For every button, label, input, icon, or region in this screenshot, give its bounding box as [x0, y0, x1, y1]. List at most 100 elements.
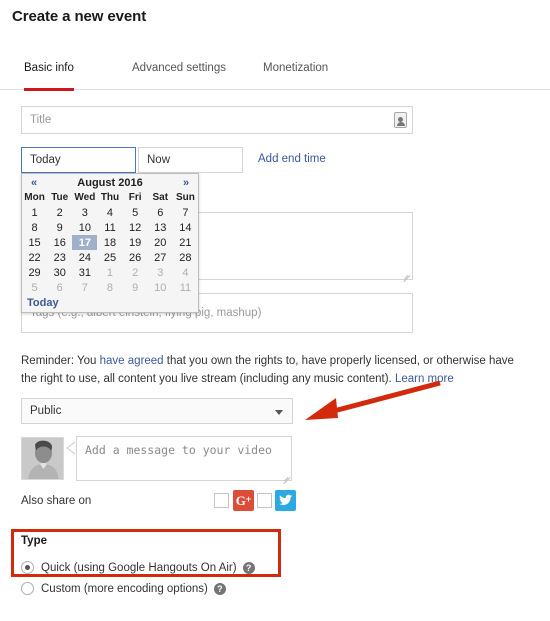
tab-bar: Basic info Advanced settings Monetizatio…	[0, 62, 550, 91]
date-picker-grid: Mon Tue Wed Thu Fri Sat Sun 1 2 3 4 5 6 7 8 9 10 11 12 13 1…	[22, 191, 198, 295]
date-cell[interactable]: 7	[173, 205, 198, 220]
gplus-plus-glyph: +	[245, 493, 252, 504]
weekday-thu: Thu	[100, 192, 120, 203]
date-cell[interactable]: 2	[47, 205, 72, 220]
radio-custom-label: Custom (more encoding options)	[41, 582, 208, 595]
twitter-icon[interactable]	[275, 490, 296, 511]
date-cell[interactable]: 29	[22, 265, 47, 280]
date-cell[interactable]: 6	[47, 280, 72, 295]
start-time-input[interactable]	[138, 147, 243, 173]
weekday-sat: Sat	[152, 192, 169, 203]
create-event-page: Create a new event Basic info Advanced s…	[0, 0, 550, 621]
date-cell[interactable]: 28	[173, 250, 198, 265]
date-cell[interactable]: 22	[22, 250, 47, 265]
date-cell[interactable]: 12	[123, 220, 148, 235]
radio-option-custom[interactable]: Custom (more encoding options) ?	[21, 582, 226, 595]
tab-advanced-settings[interactable]: Advanced settings	[132, 62, 226, 90]
date-cell[interactable]: 30	[47, 265, 72, 280]
date-picker-week-row: 15 16 17 18 19 20 21	[22, 235, 198, 250]
also-share-on-label: Also share on	[21, 495, 92, 507]
date-picker-week-row: 8 9 10 11 12 13 14	[22, 220, 198, 235]
date-cell[interactable]: 26	[123, 250, 148, 265]
date-cell[interactable]: 4	[97, 205, 122, 220]
avatar-photo	[22, 438, 63, 479]
share-twitter-checkbox[interactable]	[257, 493, 272, 508]
have-agreed-link[interactable]: have agreed	[100, 355, 164, 367]
date-picker-month-title: August 2016	[77, 176, 143, 189]
date-cell[interactable]: 9	[123, 280, 148, 295]
prev-month-icon[interactable]: «	[27, 177, 41, 189]
chevron-down-icon	[275, 410, 283, 415]
date-cell[interactable]: 15	[22, 235, 47, 250]
weekday-wed: Wed	[74, 192, 96, 203]
weekday-mon: Mon	[24, 192, 45, 203]
privacy-dropdown[interactable]: Public	[21, 398, 293, 424]
message-input[interactable]	[76, 436, 292, 481]
date-cell[interactable]: 5	[123, 205, 148, 220]
date-cell[interactable]: 11	[173, 280, 198, 295]
start-date-input[interactable]	[21, 147, 136, 173]
date-picker-week-row: 22 23 24 25 26 27 28	[22, 250, 198, 265]
title-account-icon	[394, 112, 407, 128]
date-picker-header: « August 2016 »	[22, 174, 198, 191]
avatar	[21, 437, 64, 480]
date-cell[interactable]: 3	[72, 205, 97, 220]
date-cell[interactable]: 31	[72, 265, 97, 280]
date-picker-today-button[interactable]: Today	[22, 295, 198, 312]
date-cell[interactable]: 14	[173, 220, 198, 235]
type-section-label: Type	[21, 535, 47, 547]
date-cell[interactable]: 23	[47, 250, 72, 265]
twitter-bird-glyph	[279, 494, 293, 506]
privacy-selected-value: Public	[30, 405, 62, 417]
date-cell[interactable]: 10	[148, 280, 173, 295]
gplus-glyph: G	[235, 492, 246, 508]
date-cell[interactable]: 21	[173, 235, 198, 250]
tab-basic-info[interactable]: Basic info	[24, 62, 74, 91]
radio-custom-indicator[interactable]	[21, 582, 34, 595]
date-picker-week-row: 29 30 31 1 2 3 4	[22, 265, 198, 280]
help-icon-custom[interactable]: ?	[213, 582, 226, 595]
date-cell[interactable]: 5	[22, 280, 47, 295]
date-cell[interactable]: 18	[97, 235, 122, 250]
date-picker-week-row: 5 6 7 8 9 10 11	[22, 280, 198, 295]
date-cell[interactable]: 13	[148, 220, 173, 235]
date-cell[interactable]: 7	[72, 280, 97, 295]
date-cell[interactable]: 24	[72, 250, 97, 265]
tab-monetization[interactable]: Monetization	[263, 62, 328, 90]
date-cell[interactable]: 27	[148, 250, 173, 265]
date-picker-popup[interactable]: « August 2016 » Mon Tue Wed Thu Fri Sat Sun 12…	[21, 173, 199, 313]
date-cell[interactable]: 4	[173, 265, 198, 280]
help-icon-quick[interactable]: ?	[242, 561, 255, 574]
date-cell[interactable]: 10	[72, 220, 97, 235]
date-cell[interactable]: 8	[97, 280, 122, 295]
radio-quick-indicator[interactable]	[21, 561, 34, 574]
date-cell-selected[interactable]: 17	[72, 235, 98, 250]
google-plus-icon[interactable]: G +	[233, 490, 254, 511]
page-title: Create a new event	[12, 8, 147, 25]
add-end-time-link[interactable]: Add end time	[258, 153, 326, 165]
reminder-part-1: Reminder: You	[21, 355, 100, 367]
weekday-tue: Tue	[51, 192, 69, 203]
date-cell[interactable]: 9	[47, 220, 72, 235]
radio-option-quick[interactable]: Quick (using Google Hangouts On Air) ?	[21, 561, 255, 574]
date-cell[interactable]: 1	[97, 265, 122, 280]
rights-reminder-text: Reminder: You have agreed that you own t…	[21, 353, 521, 389]
date-cell[interactable]: 16	[47, 235, 72, 250]
date-picker-week-row: 1234567	[22, 205, 198, 220]
learn-more-link[interactable]: Learn more	[395, 373, 454, 385]
date-picker-weekday-row: Mon Tue Wed Thu Fri Sat Sun	[22, 191, 198, 205]
date-cell[interactable]: 8	[22, 220, 47, 235]
date-cell[interactable]: 20	[148, 235, 173, 250]
date-cell[interactable]: 3	[148, 265, 173, 280]
date-cell[interactable]: 25	[97, 250, 122, 265]
date-cell[interactable]: 6	[148, 205, 173, 220]
share-gplus-checkbox[interactable]	[214, 493, 229, 508]
date-cell[interactable]: 2	[123, 265, 148, 280]
title-input[interactable]	[21, 106, 413, 134]
next-month-icon[interactable]: »	[179, 177, 193, 189]
message-bubble-tip	[68, 442, 76, 454]
date-cell[interactable]: 1	[22, 205, 47, 220]
weekday-sun: Sun	[175, 192, 195, 203]
date-cell[interactable]: 19	[123, 235, 148, 250]
date-cell[interactable]: 11	[97, 220, 122, 235]
